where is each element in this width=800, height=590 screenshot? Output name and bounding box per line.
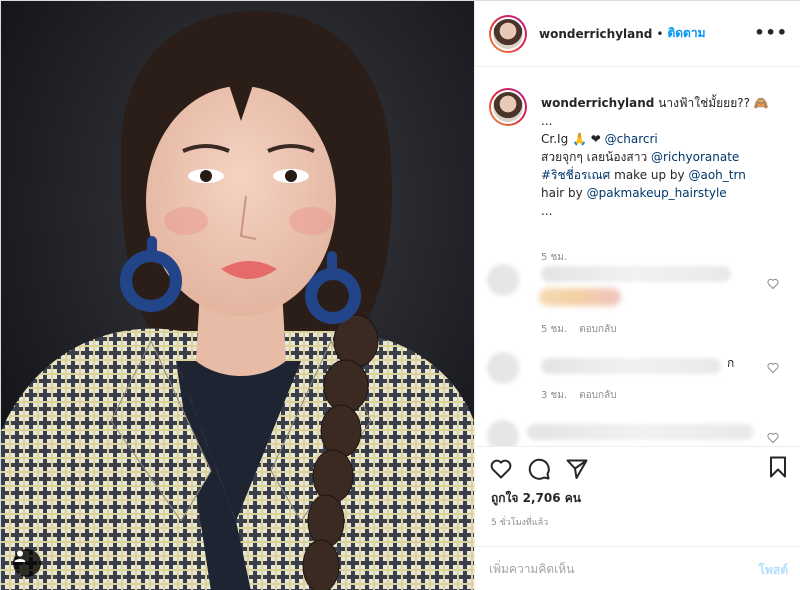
mention-pakmakeup[interactable]: @pakmakeup_hairstyle (587, 186, 727, 200)
caption-line-5: make up by (614, 168, 685, 182)
like-comment-heart-icon[interactable] (767, 278, 779, 290)
like-comment-heart-icon[interactable] (767, 432, 779, 444)
post-header: wonderrichyland • ติดตาม ••• (475, 1, 800, 67)
comment-bubble-icon (528, 458, 550, 480)
blurred-comment-text (541, 266, 731, 282)
share-button[interactable] (565, 455, 589, 483)
separator-dot: • (656, 26, 664, 41)
save-button[interactable] (766, 455, 790, 479)
comment-timestamp[interactable]: 5 ชม. (541, 324, 567, 335)
post-side-panel: wonderrichyland • ติดตาม ••• wonderrichy… (474, 1, 800, 590)
mention-richyoranate[interactable]: @richyoranate (651, 150, 739, 164)
comments-list[interactable]: wonderrichyland นางฟ้าใช่มั้ยยย?? 🙈 ... … (475, 68, 800, 446)
hashtag-link[interactable]: #ริชชี่อรเณศ (541, 168, 610, 182)
comment-item: 5 ชม. ตอบกลับ (487, 264, 787, 344)
bookmark-icon (770, 456, 786, 478)
post-timestamp[interactable]: 5 ชั่วโมงที่แล้ว (491, 515, 548, 529)
portrait-illustration (1, 1, 474, 590)
follow-button[interactable]: ติดตาม (667, 24, 705, 43)
more-options-icon[interactable]: ••• (754, 23, 788, 42)
post-comment-button[interactable]: โพสต์ (759, 561, 788, 580)
caption-line-4: สวยจุกๆ เลยน้องสาว (541, 150, 648, 164)
mention-aoh-trn[interactable]: @aoh_trn (688, 168, 745, 182)
comment-item (487, 420, 787, 446)
add-comment-bar: โพสต์ (475, 546, 800, 590)
instagram-post: wonderrichyland • ติดตาม ••• wonderrichy… (0, 0, 800, 590)
caption-line-2: ... (541, 114, 553, 128)
author-avatar[interactable] (489, 14, 527, 53)
comment-trailing-char: ก (727, 356, 735, 370)
person-icon (14, 550, 26, 562)
blurred-avatar[interactable] (487, 264, 519, 296)
blurred-emoji-row (539, 288, 621, 306)
comment-button[interactable] (527, 455, 551, 483)
author-username[interactable]: wonderrichyland (539, 27, 652, 41)
post-actions: ถูกใจ 2,706 คน 5 ชั่วโมงที่แล้ว (475, 446, 800, 546)
reply-button[interactable]: ตอบกลับ (579, 390, 616, 401)
caption-timestamp[interactable]: 5 ชม. (541, 250, 567, 265)
caption-line-7: ... (541, 204, 553, 218)
blurred-comment-text (527, 424, 753, 440)
heart-icon (490, 459, 512, 479)
caption-line-6: hair by (541, 186, 583, 200)
caption-line-1: นางฟ้าใช่มั้ยยย?? 🙈 (658, 96, 769, 110)
caption-line-3: Cr.Ig 🙏 ❤ (541, 132, 601, 146)
comment-input[interactable] (489, 557, 729, 581)
comment-meta: 5 ชม. ตอบกลับ (541, 322, 617, 337)
comment-item: ก 3 ชม. ตอบกลับ (487, 352, 787, 412)
like-comment-heart-icon[interactable] (767, 362, 779, 374)
send-icon (566, 459, 588, 479)
blurred-avatar[interactable] (487, 420, 519, 446)
comment-timestamp[interactable]: 3 ชม. (541, 390, 567, 401)
mention-charcri[interactable]: @charcri (605, 132, 658, 146)
caption-username[interactable]: wonderrichyland (541, 96, 654, 110)
tagged-users-button[interactable] (13, 549, 41, 577)
blurred-avatar[interactable] (487, 352, 519, 384)
post-photo[interactable] (1, 1, 474, 590)
blurred-comment-text (541, 358, 721, 374)
reply-button[interactable]: ตอบกลับ (579, 324, 616, 335)
action-icons (489, 455, 589, 483)
comment-meta: 3 ชม. ตอบกลับ (541, 388, 617, 403)
likes-count[interactable]: ถูกใจ 2,706 คน (491, 489, 581, 508)
caption-avatar[interactable] (489, 88, 527, 126)
like-button[interactable] (489, 455, 513, 483)
caption-text: wonderrichyland นางฟ้าใช่มั้ยยย?? 🙈 ... … (541, 94, 791, 220)
